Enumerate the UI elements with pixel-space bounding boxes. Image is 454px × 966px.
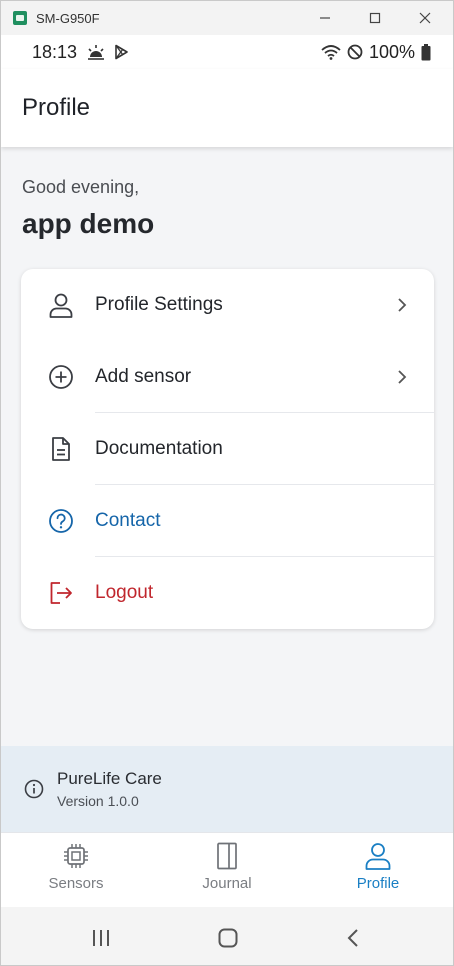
book-icon [212, 841, 242, 871]
maximize-button[interactable] [361, 4, 389, 32]
nav-label: Profile [356, 875, 400, 892]
nav-journal-tab[interactable]: Journal [152, 833, 302, 908]
back-button[interactable] [337, 921, 371, 955]
menu-item-label: Contact [95, 510, 161, 531]
menu-item-label: Add sensor [95, 366, 192, 387]
chevron-right-icon [394, 369, 410, 385]
minimize-button[interactable] [311, 4, 339, 32]
document-icon [46, 434, 76, 464]
recent-apps-icon [93, 930, 109, 946]
app-version: Version 1.0.0 [57, 793, 139, 809]
emulator-window: SM-G950F 18:13 100% Profile Good evening… [0, 0, 454, 966]
wifi-icon [321, 45, 341, 60]
profile-menu-card: Profile Settings Add sensor Documentatio… [21, 269, 434, 629]
greeting-text: Good evening, [22, 177, 140, 197]
app-header: Profile [1, 69, 453, 147]
contact-item[interactable]: Contact [21, 485, 434, 557]
home-button[interactable] [211, 921, 245, 955]
menu-item-label: Logout [95, 582, 154, 603]
logout-icon [46, 578, 76, 608]
back-icon [347, 929, 358, 947]
logout-item[interactable]: Logout [21, 557, 434, 629]
home-icon [218, 928, 238, 948]
documentation-item[interactable]: Documentation [21, 413, 434, 485]
page-title: Profile [22, 94, 91, 121]
plus-circle-icon [46, 362, 76, 392]
status-bar: 18:13 100% [1, 35, 453, 69]
menu-item-label: Documentation [95, 438, 223, 459]
window-titlebar: SM-G950F [1, 1, 453, 35]
status-time: 18:13 [32, 41, 78, 62]
battery-icon [421, 43, 431, 60]
chip-icon [61, 841, 91, 871]
bottom-navigation: Sensors Journal Profile [1, 832, 453, 907]
recent-apps-button[interactable] [84, 921, 118, 955]
nav-label: Sensors [48, 875, 104, 892]
menu-item-label: Profile Settings [95, 294, 223, 315]
user-icon [46, 290, 76, 320]
chevron-right-icon [394, 297, 410, 313]
user-icon [363, 841, 393, 871]
nav-label: Journal [202, 875, 252, 892]
play-store-icon [115, 44, 128, 60]
do-not-disturb-icon [347, 44, 363, 60]
system-navigation-bar [1, 907, 453, 965]
minimize-icon [320, 17, 330, 19]
weather-icon [88, 45, 105, 60]
app-name: PureLife Care [57, 769, 162, 788]
info-icon [24, 779, 44, 799]
nav-profile-tab[interactable]: Profile [303, 833, 453, 908]
maximize-icon [369, 12, 381, 24]
app-info-panel [1, 746, 453, 832]
battery-percent: 100% [368, 41, 415, 62]
app-logo-icon [13, 11, 27, 25]
user-name: app demo [22, 208, 155, 239]
window-title: SM-G950F [36, 10, 100, 26]
help-circle-icon [46, 506, 76, 536]
nav-sensors-tab[interactable]: Sensors [1, 833, 151, 908]
close-icon [419, 12, 431, 24]
close-button[interactable] [411, 4, 439, 32]
profile-settings-item[interactable]: Profile Settings [21, 269, 434, 341]
add-sensor-item[interactable]: Add sensor [21, 341, 434, 413]
